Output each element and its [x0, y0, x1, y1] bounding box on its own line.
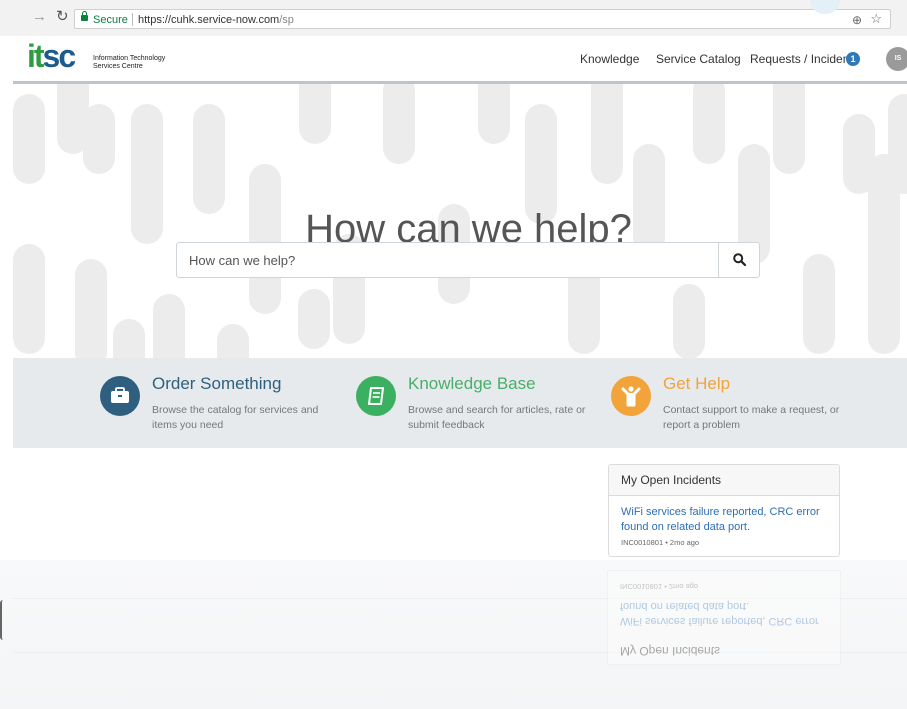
- background-pill: [383, 84, 415, 164]
- search-icon: [733, 253, 746, 266]
- page-reflection: My Open Incidents WiFi services failure …: [0, 560, 907, 709]
- forward-arrow-icon[interactable]: →: [32, 8, 47, 26]
- address-separator: [132, 13, 133, 26]
- hero-section: How can we help?: [13, 84, 907, 358]
- incident-meta: INC0010801 • 2mo ago: [621, 538, 700, 547]
- person-icon: [611, 376, 651, 416]
- requests-count-badge: 1: [846, 52, 860, 66]
- reflection-meta: INC0010801 • 2mo ago: [620, 582, 699, 591]
- quick-links-band: Order Something Browse the catalog for s…: [13, 358, 907, 448]
- background-pill: [803, 254, 835, 354]
- logo-mark: itsc: [27, 38, 76, 74]
- background-pill: [13, 244, 45, 354]
- user-avatar[interactable]: IS: [886, 47, 907, 71]
- tile-description: Browse the catalog for services and item…: [152, 404, 319, 431]
- background-pill: [217, 324, 249, 358]
- tile-title: Get Help: [663, 374, 731, 393]
- browser-toolbar: → ↻ Secure https://cuhk.service-now.com/…: [0, 0, 907, 36]
- background-pill: [153, 294, 185, 358]
- lock-icon: [81, 11, 88, 21]
- tile-order-something[interactable]: Order Something Browse the catalog for s…: [100, 372, 340, 442]
- reload-icon[interactable]: ↻: [56, 8, 69, 26]
- search-button[interactable]: [718, 243, 759, 277]
- tile-title: Order Something: [152, 374, 282, 393]
- logo-text: Information Technology Services Centre: [93, 55, 166, 70]
- open-incidents-card: My Open Incidents WiFi services failure …: [608, 464, 840, 557]
- background-pill: [113, 319, 145, 358]
- background-pill: [888, 94, 907, 194]
- briefcase-icon: [100, 376, 140, 416]
- tile-knowledge-base[interactable]: Knowledge Base Browse and search for art…: [356, 372, 596, 442]
- nav-service-catalog[interactable]: Service Catalog: [656, 52, 741, 66]
- bookmark-star-icon[interactable]: ☆: [870, 9, 882, 29]
- book-icon: [356, 376, 396, 416]
- background-pill: [673, 284, 705, 358]
- background-pill: [13, 94, 45, 184]
- background-pill: [478, 84, 510, 144]
- search-box: [176, 242, 760, 278]
- tile-description: Contact support to make a request, or re…: [663, 404, 840, 431]
- address-bar[interactable]: Secure https://cuhk.service-now.com/sp ⊕…: [74, 9, 891, 29]
- secure-label: Secure: [93, 14, 128, 26]
- background-pill: [299, 84, 331, 144]
- background-pill: [591, 84, 623, 184]
- reflection-title: My Open Incidents: [620, 644, 721, 658]
- nav-requests-incidents[interactable]: Requests / Incidents: [750, 52, 859, 66]
- background-pill: [193, 104, 225, 214]
- background-pill: [75, 259, 107, 358]
- card-title: My Open Incidents: [621, 473, 722, 487]
- zoom-icon[interactable]: ⊕: [852, 10, 862, 30]
- search-input[interactable]: [177, 243, 721, 277]
- nav-knowledge[interactable]: Knowledge: [580, 52, 639, 66]
- incident-link[interactable]: WiFi services failure reported, CRC erro…: [621, 505, 826, 535]
- background-pill: [773, 84, 805, 174]
- background-pill: [298, 289, 330, 349]
- background-pill: [83, 104, 115, 174]
- tile-title: Knowledge Base: [408, 374, 536, 393]
- card-header: My Open Incidents: [609, 465, 839, 496]
- reflection-link: WiFi services failure reported, CRC erro…: [620, 600, 819, 627]
- left-edge-mark: [0, 600, 6, 640]
- site-header: itsc Information Technology Services Cen…: [13, 36, 907, 84]
- tile-get-help[interactable]: Get Help Contact support to make a reque…: [611, 372, 851, 442]
- incidents-card-reflection: My Open Incidents WiFi services failure …: [607, 570, 841, 665]
- tile-description: Browse and search for articles, rate or …: [408, 404, 586, 431]
- url-text: https://cuhk.service-now.com/sp: [138, 14, 294, 26]
- background-pill: [693, 84, 725, 164]
